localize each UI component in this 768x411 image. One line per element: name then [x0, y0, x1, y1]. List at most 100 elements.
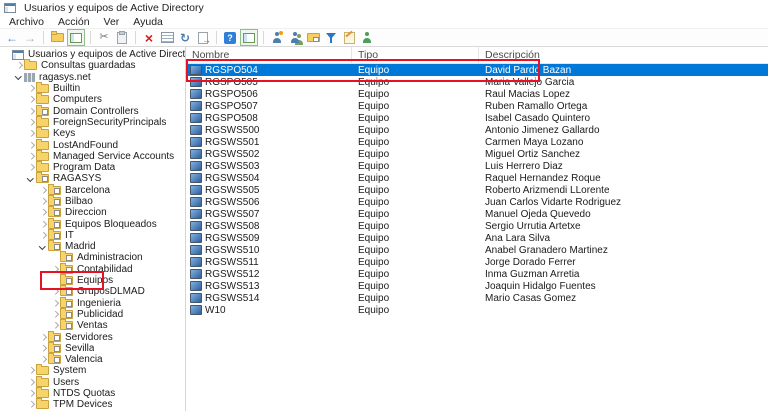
- properties-list-icon[interactable]: [159, 30, 175, 45]
- chevron-icon[interactable]: [26, 389, 36, 399]
- console-window-icon[interactable]: [240, 29, 258, 46]
- chevron-icon[interactable]: [38, 343, 48, 353]
- list-row[interactable]: RGSPO506 Equipo Raul Macias Lopez: [186, 88, 768, 100]
- column-header-descripcion[interactable]: Descripción: [479, 47, 768, 63]
- tree-item[interactable]: NTDS Quotas: [0, 388, 185, 399]
- tree-item[interactable]: Builtin: [0, 83, 185, 94]
- list-row[interactable]: RGSWS504 Equipo Raquel Hernandez Roque: [186, 172, 768, 184]
- menu-item[interactable]: Ver: [97, 16, 127, 28]
- chevron-icon[interactable]: [50, 287, 60, 297]
- tree-item[interactable]: ForeignSecurityPrincipals: [0, 117, 185, 128]
- list-row[interactable]: RGSWS512 Equipo Inma Guzman Arretia: [186, 268, 768, 280]
- chevron-icon[interactable]: [14, 72, 24, 82]
- list-row[interactable]: RGSWS509 Equipo Ana Lara Silva: [186, 232, 768, 244]
- tree-item[interactable]: Barcelona: [0, 185, 185, 196]
- add-member-icon[interactable]: [359, 30, 375, 45]
- tree-item[interactable]: Computers: [0, 94, 185, 105]
- refresh-icon[interactable]: [177, 30, 193, 45]
- tree-item[interactable]: Valencia: [0, 354, 185, 365]
- copy-icon[interactable]: [114, 30, 130, 45]
- chevron-icon[interactable]: [50, 298, 60, 308]
- list-row[interactable]: RGSWS500 Equipo Antonio Jimenez Gallardo: [186, 124, 768, 136]
- forward-icon[interactable]: [22, 30, 38, 45]
- chevron-icon[interactable]: [26, 366, 36, 376]
- cut-icon[interactable]: [96, 30, 112, 45]
- help-icon[interactable]: [222, 30, 238, 45]
- tree-item[interactable]: Administracion: [0, 252, 185, 263]
- chevron-icon[interactable]: [26, 117, 36, 127]
- tree-item[interactable]: RAGASYS: [0, 173, 185, 184]
- chevron-icon[interactable]: [38, 219, 48, 229]
- chevron-icon[interactable]: [50, 321, 60, 331]
- new-ou-icon[interactable]: [305, 30, 321, 45]
- tree-item[interactable]: Domain Controllers: [0, 105, 185, 116]
- tree-item[interactable]: Keys: [0, 128, 185, 139]
- tree-item[interactable]: Bilbao: [0, 196, 185, 207]
- chevron-icon[interactable]: [14, 61, 24, 71]
- tree-item[interactable]: Contabilidad: [0, 264, 185, 275]
- chevron-icon[interactable]: [26, 377, 36, 387]
- back-icon[interactable]: [4, 30, 20, 45]
- tree-item[interactable]: Publicidad: [0, 309, 185, 320]
- tree-item[interactable]: Program Data: [0, 162, 185, 173]
- chevron-icon[interactable]: [38, 185, 48, 195]
- chevron-icon[interactable]: [50, 253, 60, 263]
- chevron-icon[interactable]: [38, 355, 48, 365]
- up-one-level-icon[interactable]: [49, 30, 65, 45]
- tree-item[interactable]: Equipos: [0, 275, 185, 286]
- tree-item[interactable]: Users: [0, 377, 185, 388]
- tree-item[interactable]: TPM Devices: [0, 399, 185, 410]
- chevron-icon[interactable]: [26, 151, 36, 161]
- chevron-icon[interactable]: [26, 106, 36, 116]
- delete-icon[interactable]: [141, 30, 157, 45]
- tree-item[interactable]: Consultas guardadas: [0, 60, 185, 71]
- tree-item[interactable]: Managed Service Accounts: [0, 151, 185, 162]
- menu-item[interactable]: Acción: [51, 16, 97, 28]
- new-group-icon[interactable]: [287, 30, 303, 45]
- chevron-icon[interactable]: [2, 50, 12, 60]
- list-row[interactable]: RGSWS506 Equipo Juan Carlos Vidarte Rodr…: [186, 196, 768, 208]
- edit-attributes-icon[interactable]: [341, 30, 357, 45]
- list-row[interactable]: RGSPO508 Equipo Isabel Casado Quintero: [186, 112, 768, 124]
- list-row[interactable]: RGSWS507 Equipo Manuel Ojeda Quevedo: [186, 208, 768, 220]
- chevron-icon[interactable]: [38, 242, 48, 252]
- list-row[interactable]: W10 Equipo: [186, 304, 768, 316]
- tree-item[interactable]: Sevilla: [0, 343, 185, 354]
- tree-item[interactable]: GruposDLMAD: [0, 286, 185, 297]
- chevron-icon[interactable]: [38, 208, 48, 218]
- chevron-icon[interactable]: [50, 276, 60, 286]
- tree-item[interactable]: IT: [0, 230, 185, 241]
- column-header-nombre[interactable]: Nombre: [186, 47, 352, 63]
- list-row[interactable]: RGSWS511 Equipo Jorge Dorado Ferrer: [186, 256, 768, 268]
- menu-item[interactable]: Archivo: [2, 16, 51, 28]
- chevron-icon[interactable]: [26, 140, 36, 150]
- list-row[interactable]: RGSPO504 Equipo David Pardo Bazan: [186, 64, 768, 76]
- export-list-icon[interactable]: [195, 30, 211, 45]
- chevron-icon[interactable]: [50, 264, 60, 274]
- list-row[interactable]: RGSWS508 Equipo Sergio Urrutia Artetxe: [186, 220, 768, 232]
- menu-item[interactable]: Ayuda: [126, 16, 170, 28]
- chevron-icon[interactable]: [38, 230, 48, 240]
- tree-item[interactable]: Direccion: [0, 207, 185, 218]
- tree-item[interactable]: Servidores: [0, 331, 185, 342]
- chevron-icon[interactable]: [38, 197, 48, 207]
- new-user-icon[interactable]: [269, 30, 285, 45]
- filter-icon[interactable]: [323, 30, 339, 45]
- tree-item[interactable]: System: [0, 365, 185, 376]
- list-row[interactable]: RGSWS514 Equipo Mario Casas Gomez: [186, 292, 768, 304]
- list-row[interactable]: RGSWS505 Equipo Roberto Arizmendi LLoren…: [186, 184, 768, 196]
- list-row[interactable]: RGSWS502 Equipo Miguel Ortiz Sanchez: [186, 148, 768, 160]
- tree-item[interactable]: LostAndFound: [0, 139, 185, 150]
- chevron-icon[interactable]: [26, 95, 36, 105]
- column-header-tipo[interactable]: Tipo: [352, 47, 479, 63]
- tree-item[interactable]: Ventas: [0, 320, 185, 331]
- tree-item[interactable]: Equipos Bloqueados: [0, 218, 185, 229]
- tree-item[interactable]: ragasys.net: [0, 72, 185, 83]
- chevron-icon[interactable]: [26, 84, 36, 94]
- list-row[interactable]: RGSPO505 Equipo Maria Vallejo Garcia: [186, 76, 768, 88]
- chevron-icon[interactable]: [50, 309, 60, 319]
- list-row[interactable]: RGSWS510 Equipo Anabel Granadero Martine…: [186, 244, 768, 256]
- chevron-icon[interactable]: [26, 174, 36, 184]
- chevron-icon[interactable]: [26, 129, 36, 139]
- chevron-icon[interactable]: [38, 332, 48, 342]
